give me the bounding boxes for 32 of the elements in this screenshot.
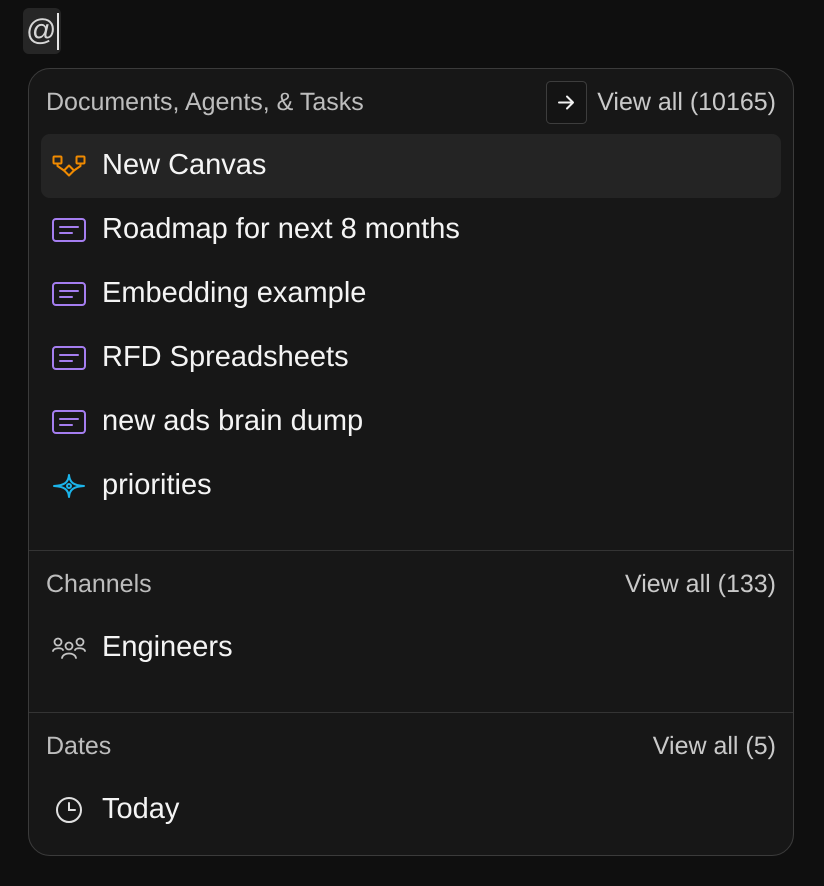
section-title: Channels bbox=[46, 568, 152, 600]
section-title: Documents, Agents, & Tasks bbox=[46, 86, 364, 118]
item-label: New Canvas bbox=[102, 148, 266, 184]
result-item[interactable]: RFD Spreadsheets bbox=[41, 326, 781, 390]
section-title: Dates bbox=[46, 730, 112, 762]
view-all-link[interactable]: View all (133) bbox=[624, 566, 776, 604]
result-item[interactable]: Roadmap for next 8 months bbox=[41, 198, 781, 262]
document-icon bbox=[52, 282, 86, 306]
sparkle-icon bbox=[53, 474, 85, 498]
result-item[interactable]: priorities bbox=[41, 454, 781, 518]
item-label: new ads brain dump bbox=[102, 404, 364, 440]
workflow-icon bbox=[52, 155, 86, 177]
document-icon bbox=[52, 218, 86, 242]
view-all-link[interactable]: View all (5) bbox=[652, 728, 776, 766]
document-icon bbox=[52, 346, 86, 370]
item-label: Engineers bbox=[102, 630, 233, 666]
item-label: Embedding example bbox=[102, 276, 366, 312]
item-label: priorities bbox=[102, 468, 212, 504]
item-label: Today bbox=[102, 792, 180, 828]
text-cursor bbox=[57, 12, 60, 50]
result-item[interactable]: new ads brain dump bbox=[41, 390, 781, 454]
mention-input[interactable]: @ bbox=[23, 8, 61, 54]
result-item[interactable]: Today bbox=[41, 778, 781, 842]
item-label: Roadmap for next 8 months bbox=[102, 212, 460, 248]
people-group-icon bbox=[52, 637, 86, 659]
clock-icon bbox=[56, 797, 82, 823]
result-item[interactable]: Embedding example bbox=[41, 262, 781, 326]
document-icon bbox=[52, 410, 86, 434]
result-item[interactable]: New Canvas bbox=[41, 134, 781, 198]
view-all-link[interactable]: View all (10165) bbox=[597, 84, 776, 122]
item-label: RFD Spreadsheets bbox=[102, 340, 349, 376]
result-item[interactable]: Engineers bbox=[41, 616, 781, 680]
